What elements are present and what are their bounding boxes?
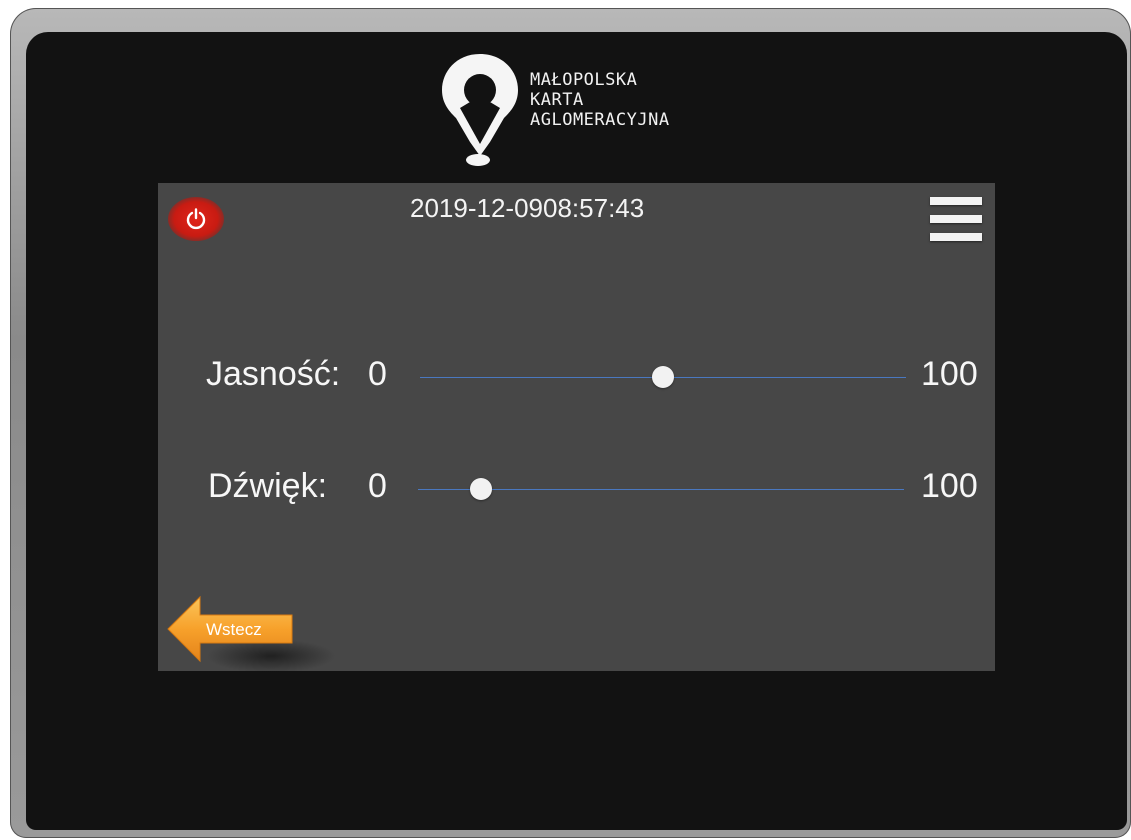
brand-logo: MAŁOPOLSKA KARTA AGLOMERACYJNA [440,52,740,168]
datetime-display: 2019-12-0908:57:43 [410,193,730,224]
location-pin-logo-icon [442,54,518,166]
back-button[interactable]: Wstecz [166,595,336,675]
menu-bar-bottom [930,233,982,241]
menu-bar-top [930,197,982,205]
sound-min: 0 [368,467,387,505]
brightness-max: 100 [921,355,978,393]
time-text: 08:57:43 [543,193,645,223]
menu-button[interactable] [928,197,984,249]
sound-slider-thumb[interactable] [470,478,493,500]
power-icon [186,208,206,230]
sound-label: Dźwięk: [208,467,328,505]
back-label: Wstecz [206,620,262,639]
brightness-label: Jasność: [206,355,341,393]
brand-name: MAŁOPOLSKA KARTA AGLOMERACYJNA [530,70,670,130]
brand-line-2: KARTA [530,90,584,110]
power-button[interactable] [168,197,224,241]
sound-max: 100 [921,467,978,505]
brightness-row: Jasność: 0 100 [158,355,995,415]
brightness-slider-thumb[interactable] [652,366,674,388]
brightness-min: 0 [368,355,387,393]
brightness-slider[interactable] [420,366,906,388]
brand-line-1: MAŁOPOLSKA [530,70,638,90]
brand-line-3: AGLOMERACYJNA [530,110,670,130]
settings-screen: 2019-12-0908:57:43 Jasność: 0 100 Dźwięk… [158,183,995,673]
sound-row: Dźwięk: 0 100 [158,467,995,527]
sound-slider[interactable] [418,478,904,500]
menu-bar-middle [930,215,982,223]
date-text: 2019-12-09 [410,193,543,223]
